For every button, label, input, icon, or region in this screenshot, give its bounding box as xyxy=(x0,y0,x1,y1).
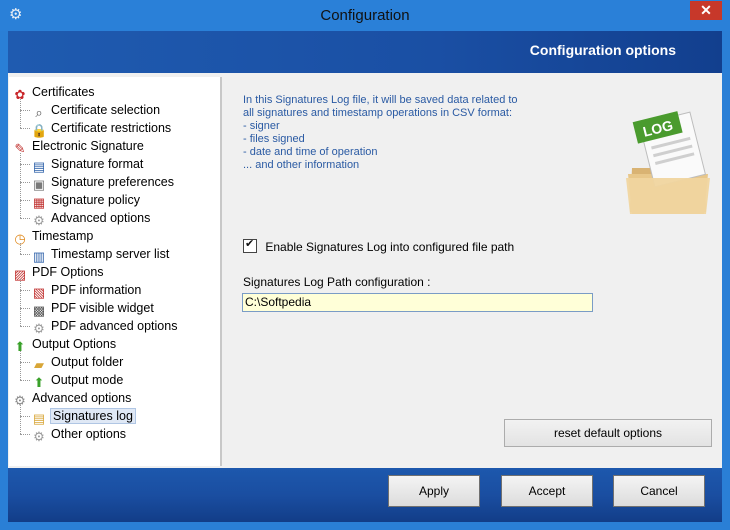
tree-item[interactable]: ▰ Output folder xyxy=(31,353,124,372)
tree-item-label: Output mode xyxy=(51,373,124,387)
tree-item[interactable]: ⚙ PDF advanced options xyxy=(31,317,178,336)
tree-connector xyxy=(20,153,21,218)
tree-item-label: Signature policy xyxy=(51,193,140,207)
tree-item-label: Signature preferences xyxy=(51,175,174,189)
tree-connector xyxy=(20,243,21,254)
tree-connector xyxy=(20,434,30,435)
title-bar[interactable]: ⚙ Configuration ✕ xyxy=(0,0,730,31)
tree-item-label: Electronic Signature xyxy=(32,139,144,153)
tree-connector xyxy=(20,254,30,255)
tree-item-label: Advanced options xyxy=(51,211,151,225)
tree-item-label: PDF Options xyxy=(32,265,104,279)
tree-item[interactable]: ▤ Signatures log xyxy=(31,407,136,426)
tree-connector xyxy=(20,351,21,380)
tree-connector xyxy=(20,128,30,129)
enable-log-checkbox-row[interactable]: Enable Signatures Log into configured fi… xyxy=(243,237,515,254)
tree-connector xyxy=(20,290,30,291)
tree-item-label: Certificate restrictions xyxy=(51,121,172,135)
tree-item-label: PDF advanced options xyxy=(51,319,178,333)
tree-item-label: PDF visible widget xyxy=(51,301,154,315)
cancel-button[interactable]: Cancel xyxy=(613,475,705,507)
tree-connector xyxy=(20,405,21,434)
tree-item[interactable]: ▩ PDF visible widget xyxy=(31,299,154,318)
tree-connector xyxy=(20,380,30,381)
tree-item[interactable]: ✎ Electronic Signature xyxy=(12,137,144,156)
tree-item-label: Advanced options xyxy=(32,391,132,405)
tree-item[interactable]: ⬆ Output mode xyxy=(31,371,124,390)
banner-title: Configuration options xyxy=(529,42,676,58)
tree-connector xyxy=(20,416,30,417)
tree-item[interactable]: ⚙ Other options xyxy=(31,425,127,444)
log-folder-icon: LOG xyxy=(626,111,710,214)
tree-item-label: Other options xyxy=(51,427,127,441)
reset-default-options-button[interactable]: reset default options xyxy=(504,419,712,447)
tree-connector xyxy=(20,200,30,201)
enable-log-label: Enable Signatures Log into configured fi… xyxy=(265,240,515,254)
tree-item[interactable]: ▥ Timestamp server list xyxy=(31,245,170,264)
tree-connector xyxy=(20,99,21,128)
accept-button[interactable]: Accept xyxy=(501,475,593,507)
tree-item[interactable]: ▣ Signature preferences xyxy=(31,173,174,192)
signatures-log-panel: In this Signatures Log file, it will be … xyxy=(224,77,722,466)
gear-icon: ⚙ xyxy=(33,429,45,444)
footer-bar: Apply Accept Cancel xyxy=(8,468,722,522)
tree-item[interactable]: ⬆ Output Options xyxy=(12,335,117,354)
log-path-input[interactable] xyxy=(242,293,593,312)
apply-button[interactable]: Apply xyxy=(388,475,480,507)
configuration-window: ⚙ Configuration ✕ Configuration options … xyxy=(0,0,730,530)
close-button[interactable]: ✕ xyxy=(690,1,722,20)
header-banner: Configuration options xyxy=(8,31,722,73)
tree-item[interactable]: ⚙ Advanced options xyxy=(12,389,132,408)
tree-item[interactable]: ▨ PDF Options xyxy=(12,263,104,282)
tree-connector xyxy=(20,164,30,165)
tree-item-label: Timestamp xyxy=(32,229,94,243)
tree-item-label: Signatures log xyxy=(50,408,136,424)
tree-item-label: Signature format xyxy=(51,157,144,171)
tree-item[interactable]: ⚙ Advanced options xyxy=(31,209,151,228)
enable-log-checkbox[interactable] xyxy=(243,237,257,253)
tree-item-label: Timestamp server list xyxy=(51,247,170,261)
tree-item-label: Certificates xyxy=(32,85,95,99)
info-text: In this Signatures Log file, it will be … xyxy=(243,94,518,171)
tree-item[interactable]: ✿ Certificates xyxy=(12,83,95,102)
tree-item-label: PDF information xyxy=(51,283,142,297)
tree-item[interactable]: ▦ Signature policy xyxy=(31,191,140,210)
tree-item-label: Output folder xyxy=(51,355,124,369)
tree-item[interactable]: 🔒 Certificate restrictions xyxy=(31,119,172,138)
tree-connector xyxy=(20,110,30,111)
tree-item[interactable]: ◷ Timestamp xyxy=(12,227,94,246)
log-path-label: Signatures Log Path configuration : xyxy=(243,275,431,289)
tree-connector xyxy=(20,279,21,326)
tree-item-label: Certificate selection xyxy=(51,103,161,117)
tree-item[interactable]: ▤ Signature format xyxy=(31,155,144,174)
tree-connector xyxy=(20,326,30,327)
options-tree: ✿ Certificates ⌕ Certificate selection 🔒 Cert… xyxy=(9,77,222,466)
tree-connector xyxy=(20,362,30,363)
tree-item[interactable]: ▧ PDF information xyxy=(31,281,142,300)
client-area: Configuration options ✿ Certificates ⌕ Cert… xyxy=(8,31,722,522)
tree-item-label: Output Options xyxy=(32,337,117,351)
tree-connector xyxy=(20,218,30,219)
tree-connector xyxy=(20,182,30,183)
window-title: Configuration xyxy=(320,7,410,24)
tree-item[interactable]: ⌕ Certificate selection xyxy=(31,101,161,120)
tree-connector xyxy=(20,308,30,309)
